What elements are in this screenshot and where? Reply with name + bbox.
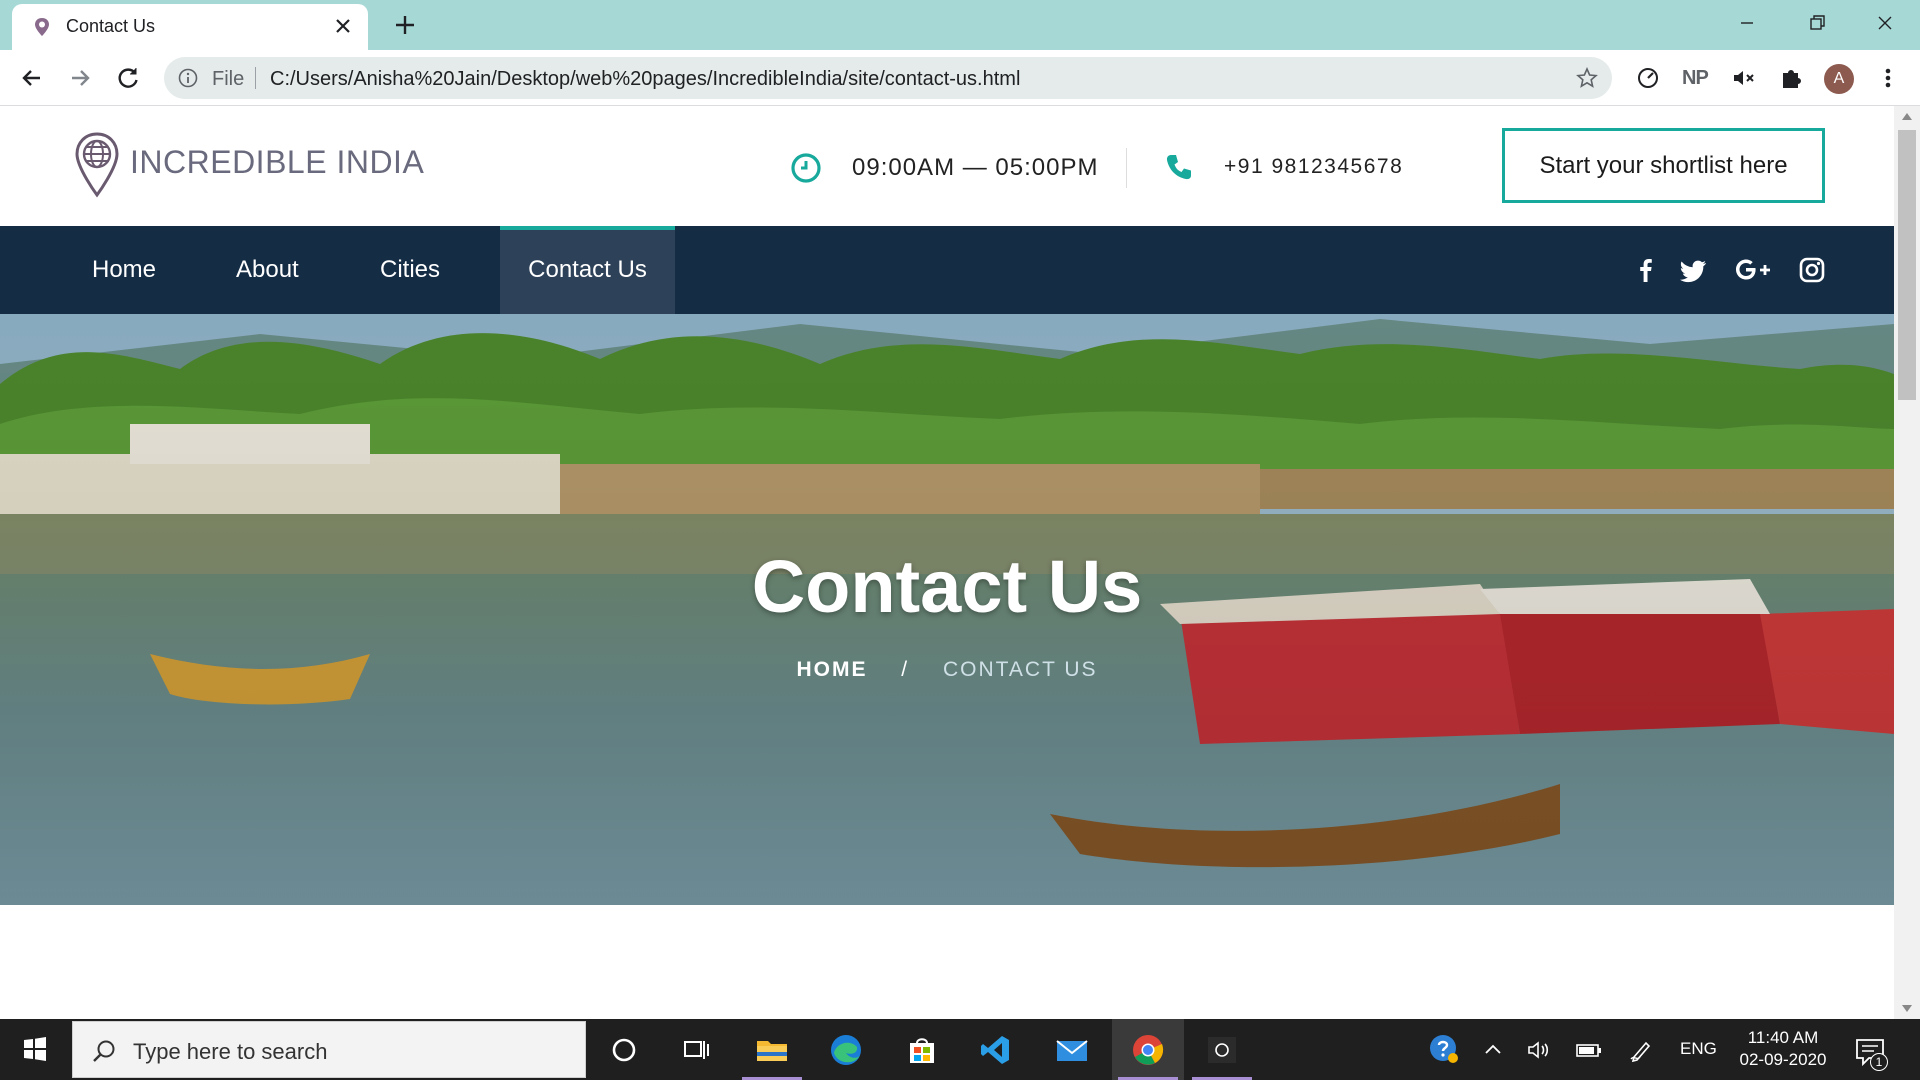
scroll-up-arrow-icon[interactable] (1902, 112, 1912, 120)
phone-number[interactable]: +91 9812345678 (1224, 155, 1403, 179)
edge-app[interactable] (810, 1019, 882, 1080)
pen-workspace-icon[interactable] (1628, 1037, 1654, 1063)
instagram-icon[interactable] (1798, 256, 1826, 284)
facebook-icon[interactable] (1632, 256, 1660, 284)
notification-count-badge: 1 (1870, 1053, 1888, 1071)
obs-record-icon (1208, 1037, 1236, 1063)
windows-start-icon[interactable] (0, 1019, 70, 1080)
mail-app[interactable] (1036, 1019, 1108, 1080)
nav-item-about[interactable]: About (236, 226, 299, 314)
browser-toolbar: File C:/Users/Anisha%20Jain/Desktop/web%… (0, 50, 1920, 106)
folder-icon (757, 1041, 787, 1061)
search-placeholder: Type here to search (133, 1039, 328, 1064)
omnibox-divider (255, 67, 256, 89)
clock-icon (791, 153, 821, 183)
edge-browser-icon (831, 1035, 861, 1065)
input-language[interactable]: ENG (1680, 1039, 1717, 1059)
browser-tab[interactable]: Contact Us (12, 4, 368, 50)
forward-arrow-icon[interactable] (66, 64, 94, 92)
browser-tab-strip: Contact Us (0, 0, 1920, 50)
muted-speaker-icon[interactable] (1730, 64, 1758, 92)
volume-icon[interactable] (1526, 1037, 1552, 1063)
cortana-circle-icon (612, 1038, 636, 1062)
bookmark-star-icon[interactable] (1576, 67, 1598, 89)
location-pin-icon (35, 18, 49, 36)
breadcrumb-current: CONTACT US (942, 658, 1098, 681)
extensions-puzzle-icon[interactable] (1778, 64, 1806, 92)
clock-date: 02-09-2020 (1739, 1050, 1827, 1069)
system-clock[interactable]: 11:40 AM 02-09-2020 (1728, 1027, 1838, 1071)
nav-item-contact-us[interactable]: Contact Us (500, 226, 675, 314)
obs-app[interactable] (1186, 1019, 1258, 1080)
url-text[interactable]: C:/Users/Anisha%20Jain/Desktop/web%20pag… (270, 68, 1020, 91)
vscode-app[interactable] (960, 1019, 1032, 1080)
scrollbar-thumb[interactable] (1898, 130, 1916, 400)
chevron-up-icon[interactable] (1480, 1037, 1506, 1063)
battery-icon[interactable] (1574, 1037, 1604, 1063)
nav-item-cities[interactable]: Cities (380, 226, 440, 314)
main-navigation: Home About Cities Contact Us (0, 226, 1894, 314)
clock-time: 11:40 AM (1747, 1028, 1819, 1047)
restore-icon[interactable] (1794, 8, 1840, 38)
extension-np-icon[interactable]: NP (1682, 67, 1709, 90)
breadcrumb-separator: / (901, 658, 910, 681)
google-plus-icon[interactable] (1734, 256, 1772, 284)
breadcrumb: HOME / CONTACT US (0, 658, 1894, 682)
menu-kebab-icon[interactable] (1874, 64, 1902, 92)
new-tab-icon[interactable] (392, 12, 418, 38)
tab-title: Contact Us (66, 16, 156, 36)
close-icon[interactable] (332, 15, 354, 37)
chrome-app[interactable] (1112, 1019, 1184, 1080)
file-explorer-app[interactable] (736, 1019, 808, 1080)
help-question-icon[interactable] (1428, 1033, 1460, 1065)
back-arrow-icon[interactable] (18, 64, 46, 92)
start-shortlist-button[interactable]: Start your shortlist here (1502, 128, 1825, 203)
site-logo-text[interactable]: INCREDIBLE INDIA (130, 144, 424, 181)
header-divider (1126, 148, 1127, 188)
opening-hours: 09:00AM — 05:00PM (852, 154, 1099, 181)
performance-gauge-icon[interactable] (1634, 64, 1662, 92)
windows-taskbar: Type here to search ENG 11:40 AM 02-09-2… (0, 1019, 1920, 1080)
profile-avatar[interactable]: A (1824, 64, 1854, 94)
vscode-icon (981, 1036, 1009, 1064)
site-header: INCREDIBLE INDIA 09:00AM — 05:00PM +91 9… (0, 106, 1894, 226)
search-icon (93, 1040, 115, 1062)
window-close-icon[interactable] (1862, 8, 1908, 38)
hero-banner: Contact Us HOME / CONTACT US (0, 314, 1894, 905)
taskbar-search-box[interactable]: Type here to search (72, 1021, 586, 1078)
phone-icon (1166, 155, 1191, 180)
minimize-icon[interactable] (1724, 8, 1770, 38)
page-scrollbar[interactable] (1894, 106, 1920, 1019)
address-bar[interactable]: File C:/Users/Anisha%20Jain/Desktop/web%… (164, 57, 1612, 99)
page-viewport: INCREDIBLE INDIA 09:00AM — 05:00PM +91 9… (0, 106, 1894, 1019)
shopping-bag-icon (910, 1038, 934, 1063)
hero-title: Contact Us (751, 545, 1143, 628)
twitter-icon[interactable] (1680, 256, 1708, 284)
info-icon[interactable] (178, 68, 198, 88)
task-view-button[interactable] (660, 1019, 732, 1080)
breadcrumb-home-link[interactable]: HOME (796, 658, 867, 681)
cortana-button[interactable] (588, 1019, 660, 1080)
globe-pin-logo-icon[interactable] (74, 132, 120, 198)
scroll-down-arrow-icon[interactable] (1902, 1005, 1912, 1013)
nav-item-home[interactable]: Home (92, 226, 156, 314)
chrome-icon (1133, 1035, 1164, 1065)
reload-icon[interactable] (114, 64, 142, 92)
scheme-label: File (212, 68, 245, 90)
mail-envelope-icon (1056, 1040, 1088, 1061)
store-app[interactable] (886, 1019, 958, 1080)
task-view-icon (684, 1041, 709, 1059)
